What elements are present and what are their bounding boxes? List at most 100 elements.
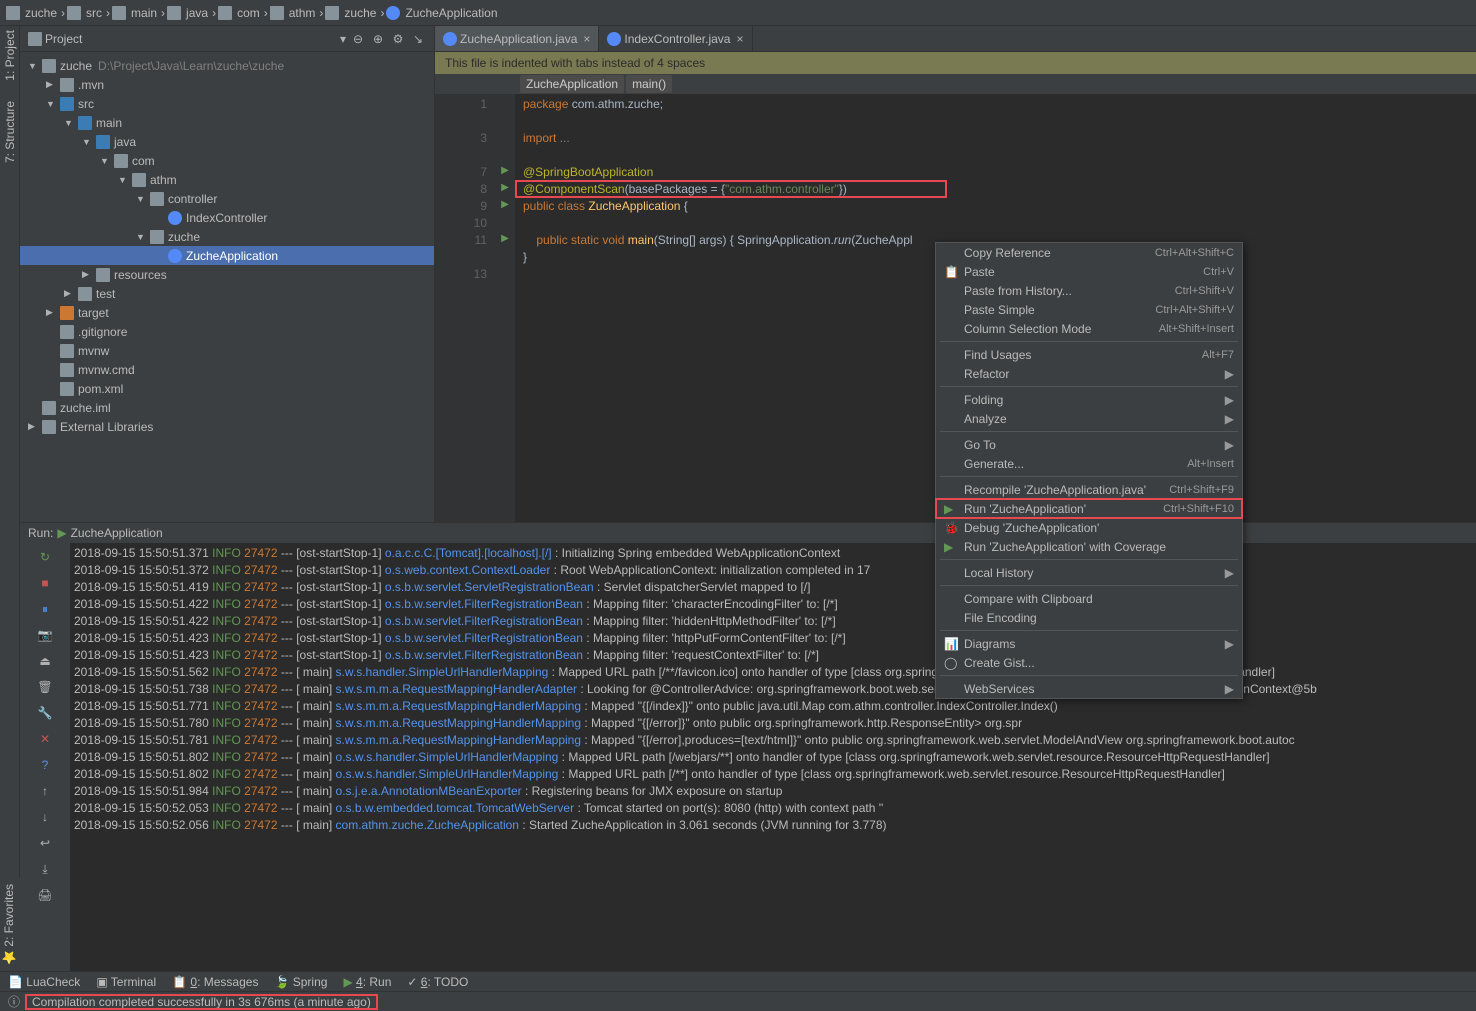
tree-item-pom-xml[interactable]: pom.xml xyxy=(20,379,434,398)
tree-item-zuche[interactable]: ▼zuche xyxy=(20,227,434,246)
menu-local-history[interactable]: Local History▶ xyxy=(936,563,1242,582)
log-line: 2018-09-15 15:50:51.423 INFO 27472 --- [… xyxy=(74,630,1472,647)
hide-icon[interactable]: ↘ xyxy=(410,31,426,47)
crumb[interactable]: ZucheApplication xyxy=(520,75,624,93)
breadcrumb-seg[interactable]: main xyxy=(129,6,159,20)
tree-item-zuche[interactable]: ▼zucheD:\Project\Java\Learn\zuche\zuche xyxy=(20,56,434,75)
collapse-icon[interactable]: ⊖ xyxy=(350,31,366,47)
trash-icon[interactable]: 🗑 xyxy=(35,677,55,697)
breadcrumb-seg[interactable]: zuche xyxy=(342,6,378,20)
status-tab[interactable]: ✓ 6: TODO xyxy=(407,975,468,989)
tree-item-src[interactable]: ▼src xyxy=(20,94,434,113)
menu-folding[interactable]: Folding▶ xyxy=(936,390,1242,409)
breadcrumb-seg[interactable]: com xyxy=(235,6,262,20)
class-icon xyxy=(443,32,457,46)
menu-webservices[interactable]: WebServices▶ xyxy=(936,679,1242,698)
status-tab[interactable]: 🍃 Spring xyxy=(274,975,327,989)
log-line: 2018-09-15 15:50:52.053 INFO 27472 --- [… xyxy=(74,800,1472,817)
pause-icon[interactable]: ⏸ xyxy=(35,599,55,619)
folder-icon xyxy=(218,6,232,20)
down-icon[interactable]: ↓ xyxy=(35,807,55,827)
crumb[interactable]: main() xyxy=(626,75,672,93)
run-toolbar: ↻ ■ ⏸ 📷 ⏏ 🗑 🔧 ✕ ? ↑ ↓ ↩ ⤓ 🖨 xyxy=(20,543,70,971)
folder-icon xyxy=(112,6,126,20)
run-icon: ▶ xyxy=(57,526,66,540)
menu-find-usages[interactable]: Find UsagesAlt+F7 xyxy=(936,345,1242,364)
breadcrumb-seg[interactable]: src xyxy=(84,6,104,20)
menu-run-zucheapplication-with-coverage[interactable]: ▶Run 'ZucheApplication' with Coverage xyxy=(936,537,1242,556)
folder-icon xyxy=(67,6,81,20)
menu-column-selection-mode[interactable]: Column Selection ModeAlt+Shift+Insert xyxy=(936,319,1242,338)
scroll-icon[interactable]: ⤓ xyxy=(35,859,55,879)
info-icon: ⓘ xyxy=(8,993,20,1010)
tree-item-zucheapplication[interactable]: ZucheApplication xyxy=(20,246,434,265)
exit-icon[interactable]: ⏏ xyxy=(35,651,55,671)
structure-tool-tab[interactable]: 7: Structure xyxy=(3,101,17,163)
tree-item--mvn[interactable]: ▶.mvn xyxy=(20,75,434,94)
menu-refactor[interactable]: Refactor▶ xyxy=(936,364,1242,383)
menu-paste-simple[interactable]: Paste SimpleCtrl+Alt+Shift+V xyxy=(936,300,1242,319)
rerun-icon[interactable]: ↻ xyxy=(35,547,55,567)
status-tab[interactable]: 📄 LuaCheck xyxy=(8,975,80,989)
folder-icon xyxy=(28,32,42,46)
tree-item-mvnw-cmd[interactable]: mvnw.cmd xyxy=(20,360,434,379)
tree-item--gitignore[interactable]: .gitignore xyxy=(20,322,434,341)
menu-run-zucheapplication-[interactable]: ▶Run 'ZucheApplication'Ctrl+Shift+F10 xyxy=(936,499,1242,518)
menu-file-encoding[interactable]: File Encoding xyxy=(936,608,1242,627)
tree-item-indexcontroller[interactable]: IndexController xyxy=(20,208,434,227)
project-tool-tab[interactable]: 1: Project xyxy=(3,30,17,81)
stop-icon[interactable]: ■ xyxy=(35,573,55,593)
menu-recompile-zucheapplication-java-[interactable]: Recompile 'ZucheApplication.java'Ctrl+Sh… xyxy=(936,480,1242,499)
editor-tab[interactable]: IndexController.java× xyxy=(599,26,752,51)
tree-item-mvnw[interactable]: mvnw xyxy=(20,341,434,360)
code-breadcrumbs[interactable]: ZucheApplicationmain() xyxy=(435,74,1476,94)
log-line: 2018-09-15 15:50:52.056 INFO 27472 --- [… xyxy=(74,817,1472,834)
up-icon[interactable]: ↑ xyxy=(35,781,55,801)
help-icon[interactable]: ? xyxy=(35,755,55,775)
menu-diagrams[interactable]: 📊Diagrams▶ xyxy=(936,634,1242,653)
breadcrumb-seg[interactable]: java xyxy=(184,6,210,20)
close-icon[interactable]: × xyxy=(583,32,590,46)
tree-item-main[interactable]: ▼main xyxy=(20,113,434,132)
tree-item-resources[interactable]: ▶resources xyxy=(20,265,434,284)
locate-icon[interactable]: ⊕ xyxy=(370,31,386,47)
gear-icon[interactable]: ⚙ xyxy=(390,31,406,47)
menu-debug-zucheapplication-[interactable]: 🐞Debug 'ZucheApplication' xyxy=(936,518,1242,537)
favorites-tool-tab[interactable]: ⭐ 2: Favorites xyxy=(0,878,20,971)
tree-item-zuche-iml[interactable]: zuche.iml xyxy=(20,398,434,417)
menu-copy-reference[interactable]: Copy ReferenceCtrl+Alt+Shift+C xyxy=(936,243,1242,262)
status-tab[interactable]: 📋 0: Messages xyxy=(172,975,258,989)
tree-item-com[interactable]: ▼com xyxy=(20,151,434,170)
log-line: 2018-09-15 15:50:51.422 INFO 27472 --- [… xyxy=(74,596,1472,613)
editor-tab[interactable]: ZucheApplication.java× xyxy=(435,26,599,51)
breadcrumb-seg[interactable]: ZucheApplication xyxy=(403,6,499,20)
status-tab[interactable]: ▣ Terminal xyxy=(96,975,156,989)
menu-generate-[interactable]: Generate...Alt+Insert xyxy=(936,454,1242,473)
menu-analyze[interactable]: Analyze▶ xyxy=(936,409,1242,428)
dump-icon[interactable]: 📷 xyxy=(35,625,55,645)
menu-go-to[interactable]: Go To▶ xyxy=(936,435,1242,454)
status-tab[interactable]: ▶ 4: Run xyxy=(343,975,391,989)
chevron-down-icon[interactable]: ▾ xyxy=(340,32,346,46)
log-line: 2018-09-15 15:50:51.984 INFO 27472 --- [… xyxy=(74,783,1472,800)
menu-paste-from-history-[interactable]: Paste from History...Ctrl+Shift+V xyxy=(936,281,1242,300)
wrap-icon[interactable]: ↩ xyxy=(35,833,55,853)
close-icon[interactable]: × xyxy=(736,32,743,46)
menu-create-gist-[interactable]: ◯Create Gist... xyxy=(936,653,1242,672)
tree-item-controller[interactable]: ▼controller xyxy=(20,189,434,208)
tree-item-test[interactable]: ▶test xyxy=(20,284,434,303)
highlight-annotation xyxy=(515,180,947,198)
status-bar: ⓘ Compilation completed successfully in … xyxy=(0,991,1476,1011)
tree-item-external-libraries[interactable]: ▶External Libraries xyxy=(20,417,434,436)
console-output[interactable]: 2018-09-15 15:50:51.371 INFO 27472 --- [… xyxy=(70,543,1476,971)
menu-compare-with-clipboard[interactable]: Compare with Clipboard xyxy=(936,589,1242,608)
print-icon[interactable]: 🖨 xyxy=(35,885,55,905)
tree-item-athm[interactable]: ▼athm xyxy=(20,170,434,189)
breadcrumb-seg[interactable]: zuche xyxy=(23,6,59,20)
close-icon[interactable]: ✕ xyxy=(35,729,55,749)
breadcrumb-seg[interactable]: athm xyxy=(287,6,318,20)
menu-paste[interactable]: 📋PasteCtrl+V xyxy=(936,262,1242,281)
tree-item-target[interactable]: ▶target xyxy=(20,303,434,322)
wrench-icon[interactable]: 🔧 xyxy=(35,703,55,723)
tree-item-java[interactable]: ▼java xyxy=(20,132,434,151)
